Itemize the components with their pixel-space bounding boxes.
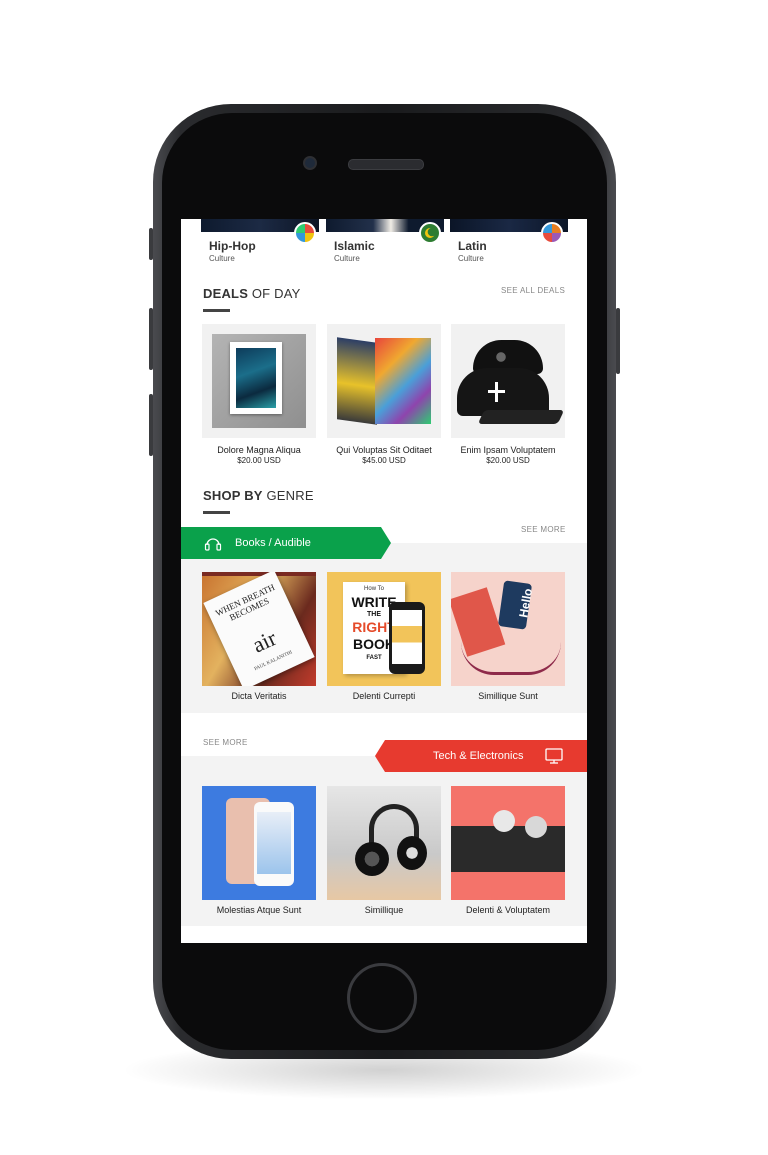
earcup (355, 842, 389, 876)
culture-card-latin[interactable]: Latin Culture (450, 219, 568, 264)
product-image[interactable]: Hello (451, 572, 565, 686)
product-name[interactable]: Dicta Veritatis (197, 691, 321, 701)
culture-name: Islamic (334, 239, 375, 253)
power-button (616, 308, 620, 374)
app-screen: Hip-Hop Culture Islamic Culture Latin Cu… (181, 219, 587, 943)
book-cover (375, 338, 431, 424)
product-name[interactable]: Molestias Atque Sunt (197, 905, 321, 915)
product-image[interactable] (451, 786, 565, 900)
culture-subtitle: Culture (334, 254, 360, 263)
cube-badge-icon (541, 222, 563, 244)
product-name[interactable]: Dolore Magna Aliqua (197, 445, 321, 455)
earbud (493, 810, 515, 832)
product-image[interactable]: WHEN BREATH BECOMES air PAUL KALANITHI (202, 572, 316, 686)
genre-title-bold: SHOP BY (203, 488, 263, 503)
phone-screen (392, 610, 422, 664)
product-image[interactable] (327, 324, 441, 438)
culture-subtitle: Culture (458, 254, 484, 263)
monitor-icon (545, 748, 563, 764)
cap-brim (477, 410, 565, 424)
tech-see-more-link[interactable]: SEE MORE (203, 738, 248, 747)
product-image[interactable]: How To WRITE THE RIGHT BOOK FAST (327, 572, 441, 686)
product-name[interactable]: Qui Voluptas Sit Oditaet (322, 445, 446, 455)
product-image[interactable] (202, 324, 316, 438)
front-camera (303, 156, 317, 170)
calligraphy-art (236, 348, 276, 408)
product-name[interactable]: Simillique Sunt (446, 691, 570, 701)
product-name[interactable]: Enim Ipsam Voluptatem (446, 445, 570, 455)
phone-screen (257, 812, 291, 874)
crescent-badge-icon (419, 222, 441, 244)
books-see-more-link[interactable]: SEE MORE (521, 525, 566, 534)
culture-name: Hip-Hop (209, 239, 256, 253)
earbud (525, 816, 547, 838)
title-underline (203, 309, 230, 312)
cross-icon-bar (488, 390, 505, 393)
volume-up-button (149, 308, 153, 370)
product-image[interactable] (327, 786, 441, 900)
deals-title-rest: OF DAY (248, 286, 301, 301)
phone-front (254, 802, 294, 886)
tech-category-label[interactable]: Tech & Electronics (433, 750, 523, 762)
volume-down-button (149, 394, 153, 456)
mute-switch (149, 228, 153, 260)
earcup (397, 836, 427, 870)
culture-card-hip-hop[interactable]: Hip-Hop Culture (201, 219, 319, 264)
frame (230, 342, 282, 414)
genre-title-rest: GENRE (262, 488, 314, 503)
culture-card-islamic[interactable]: Islamic Culture (326, 219, 444, 264)
books-category-label[interactable]: Books / Audible (235, 537, 311, 549)
product-price: $20.00 USD (486, 456, 530, 465)
see-all-deals-link[interactable]: SEE ALL DEALS (501, 286, 565, 295)
title-underline (203, 511, 230, 514)
book-line: How To (364, 586, 384, 592)
product-image[interactable] (451, 324, 565, 438)
product-name[interactable]: Delenti Currepti (322, 691, 446, 701)
culture-subtitle: Culture (209, 254, 235, 263)
home-button[interactable] (347, 963, 417, 1033)
deals-title: DEALS OF DAY (203, 286, 301, 301)
culture-name: Latin (458, 239, 487, 253)
deals-title-bold: DEALS (203, 286, 249, 301)
product-name[interactable]: Simillique (322, 905, 446, 915)
lanyard-strap (461, 642, 561, 675)
product-price: $20.00 USD (237, 456, 281, 465)
phone-device (451, 826, 565, 872)
product-name[interactable]: Delenti & Voluptatem (446, 905, 570, 915)
phone-mockup (389, 602, 425, 674)
product-price: $45.00 USD (362, 456, 406, 465)
headphones-icon (204, 535, 222, 551)
genre-title: SHOP BY GENRE (203, 488, 314, 503)
earpiece-speaker (348, 159, 424, 170)
book-spine (337, 337, 377, 425)
product-image[interactable] (202, 786, 316, 900)
cube-badge-icon (294, 222, 316, 244)
